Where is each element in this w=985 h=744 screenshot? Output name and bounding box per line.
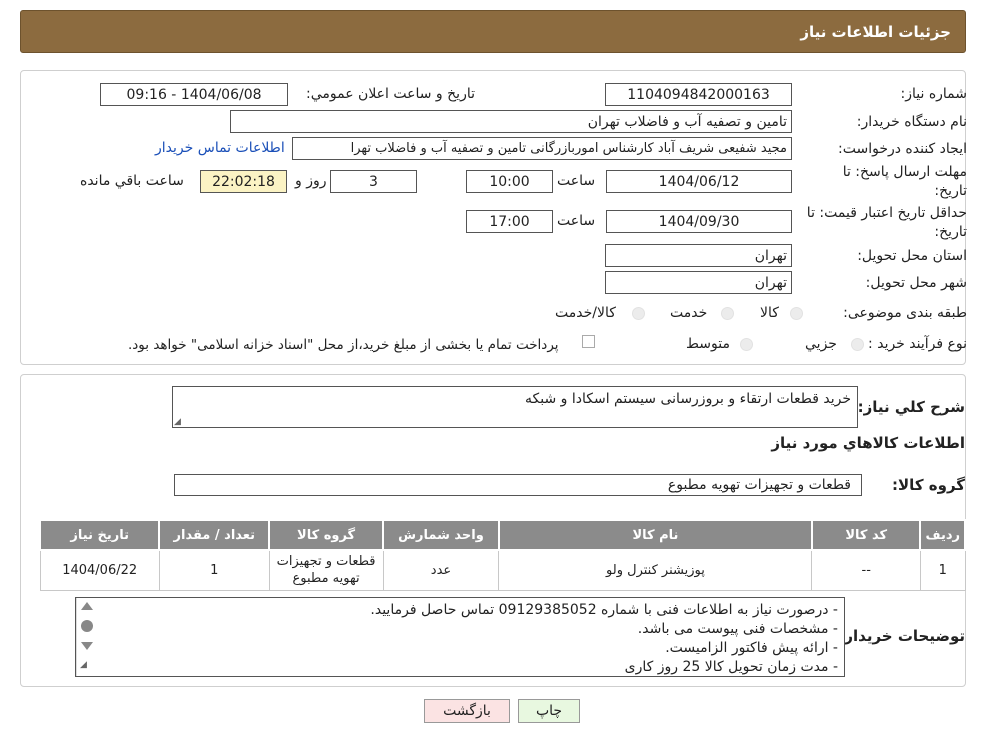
announce-label: تاریخ و ساعت اعلان عمومي: [306, 86, 475, 102]
process-option-medium: متوسط [686, 336, 730, 352]
buyer-notes-label: توضيحات خريدار: [838, 627, 965, 645]
category-radio-goods-service[interactable] [632, 307, 645, 320]
category-radio-service[interactable] [721, 307, 734, 320]
col-item-code: کد کالا [810, 519, 922, 551]
items-table-wrapper: رديف کد کالا نام کالا واحد شمارش گروه کا… [38, 519, 966, 591]
creator-label: ايجاد کننده درخواست: [838, 141, 967, 157]
col-need-date: تاريخ نياز [38, 519, 161, 551]
creator-field: مجید شفیعی شریف آباد کارشناس اموربازرگان… [292, 137, 792, 160]
category-label: طبقه بندی موضوعی: [843, 305, 967, 321]
deadline-label: مهلت ارسال پاسخ: تا [842, 164, 967, 180]
col-unit: واحد شمارش [382, 519, 500, 551]
cell-item-code: -- [811, 549, 921, 591]
description-textarea[interactable]: خريد قطعات ارتقاء و بروزرسانی سیستم اسکا… [172, 386, 858, 428]
print-button[interactable]: چاپ [518, 699, 580, 723]
deadline-time-field: 10:00 [466, 170, 553, 193]
deadline-label-date: تاريخ: [934, 183, 967, 199]
cell-quantity: 1 [158, 549, 270, 591]
process-radio-minor[interactable] [851, 338, 864, 351]
buyer-notes-textarea[interactable]: - درصورت نیاز به اطلاعات فنی با شماره 09… [75, 597, 845, 677]
page-header: جزئیات اطلاعات نیاز [20, 10, 966, 53]
announce-field: 1404/06/08 - 09:16 [100, 83, 288, 106]
deadline-time-label: ساعت [557, 173, 596, 189]
buyer-note-line: - درصورت نیاز به اطلاعات فنی با شماره 09… [370, 602, 838, 618]
buyer-note-line: - مشخصات فنی پیوست می باشد. [637, 621, 838, 637]
validity-date-field: 1404/09/30 [606, 210, 792, 233]
table-row: 1 -- پوزیشنر کنترل ولو عدد قطعات و تجهيز… [39, 549, 966, 591]
remaining-time-field: 22:02:18 [200, 170, 287, 193]
col-item-name: نام کالا [497, 519, 813, 551]
goods-info-title: اطلاعات کالاهاي مورد نياز [771, 434, 965, 452]
validity-time-field: 17:00 [466, 210, 553, 233]
category-option-goods: کالا [760, 305, 779, 321]
treasury-checkbox[interactable] [582, 335, 595, 348]
city-field: تهران [605, 271, 792, 294]
deadline-date-field: 1404/06/12 [606, 170, 792, 193]
table-header-row: رديف کد کالا نام کالا واحد شمارش گروه کا… [38, 519, 966, 551]
category-radio-goods[interactable] [790, 307, 803, 320]
notes-scrollbar[interactable]: ◢ [76, 598, 96, 676]
back-button[interactable]: بازگشت [424, 699, 510, 723]
scroll-thumb[interactable] [81, 620, 93, 632]
scroll-down-icon[interactable] [81, 642, 93, 650]
description-label: شرح کلي نياز: [857, 398, 965, 416]
col-row-number: رديف [919, 519, 966, 551]
process-label: نوع فرآيند خريد : [868, 336, 967, 352]
validity-time-label: ساعت [557, 213, 596, 229]
category-option-goods-service: کالا/خدمت [555, 305, 616, 321]
goods-group-field: قطعات و تجهيزات تهويه مطبوع [174, 474, 862, 496]
process-radio-medium[interactable] [740, 338, 753, 351]
scroll-up-icon[interactable] [81, 602, 93, 610]
remaining-label: ساعت باقي مانده [80, 173, 184, 189]
days-label: روز و [295, 173, 327, 189]
cell-row-number: 1 [919, 549, 966, 591]
category-option-service: خدمت [670, 305, 708, 321]
cell-unit: عدد [382, 549, 500, 591]
col-item-group: گروه کالا [268, 519, 384, 551]
buyer-note-line: - ارائه پیش فاکتور الزامیست. [665, 640, 838, 656]
validity-label: حداقل تاريخ اعتبار قيمت: تا [806, 205, 967, 221]
items-table: رديف کد کالا نام کالا واحد شمارش گروه کا… [38, 519, 966, 591]
buyer-note-line: - مدت زمان تحویل کالا 25 روز کاری [624, 659, 838, 675]
buyer-org-label: نام دستگاه خريدار: [856, 114, 967, 130]
goods-group-label: گروه کالا: [892, 476, 965, 494]
buyer-org-field: تامین و تصفیه آب و فاضلاب تهران [230, 110, 792, 133]
validity-label-date: تاريخ: [934, 224, 967, 240]
page-title: جزئیات اطلاعات نیاز [800, 22, 951, 41]
process-option-minor: جزيي [805, 336, 837, 352]
cell-need-date: 1404/06/22 [39, 549, 160, 591]
resize-handle-icon[interactable]: ◢ [80, 660, 87, 670]
days-field: 3 [330, 170, 417, 193]
city-label: شهر محل تحويل: [865, 275, 967, 291]
cell-item-group: قطعات و تجهيزات تهويه مطبوع [268, 549, 384, 591]
buyer-contact-link[interactable]: اطلاعات تماس خريدار [155, 140, 285, 156]
process-note: پرداخت تمام يا بخشی از مبلغ خريد،از محل … [128, 337, 559, 353]
col-quantity: تعداد / مقدار [158, 519, 271, 551]
province-field: تهران [605, 244, 792, 267]
resize-handle-icon[interactable]: ◢ [174, 417, 181, 427]
need-number-label: شماره نیاز: [900, 86, 968, 102]
description-text: خريد قطعات ارتقاء و بروزرسانی سیستم اسکا… [525, 391, 851, 407]
cell-item-name: پوزیشنر کنترل ولو [498, 549, 813, 591]
need-number-field: 1104094842000163 [605, 83, 792, 106]
province-label: استان محل تحويل: [857, 248, 967, 264]
